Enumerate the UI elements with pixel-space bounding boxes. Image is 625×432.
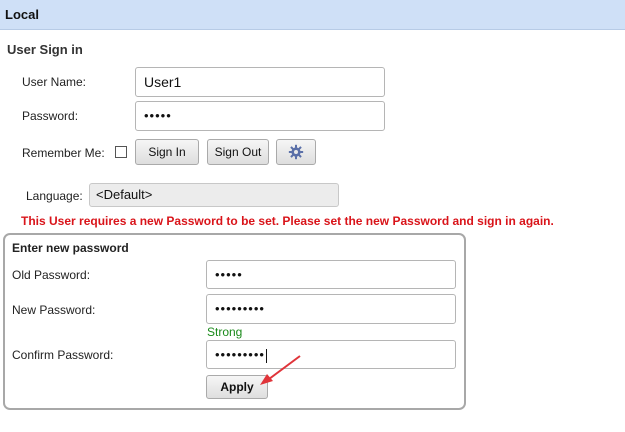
- sign-out-button[interactable]: Sign Out: [207, 139, 269, 165]
- signin-title: User Sign in: [7, 42, 83, 57]
- password-strength: Strong: [207, 325, 243, 339]
- password-required-warning: This User requires a new Password to be …: [21, 214, 554, 228]
- header-title: Local: [5, 7, 39, 22]
- sign-in-button[interactable]: Sign In: [135, 139, 199, 165]
- gear-icon: [288, 144, 304, 160]
- old-password-label: Old Password:: [12, 268, 91, 282]
- confirm-password-input[interactable]: •••••••••: [206, 340, 456, 369]
- password-label: Password:: [22, 109, 79, 123]
- password-input[interactable]: •••••: [135, 101, 385, 131]
- username-label: User Name:: [22, 75, 87, 89]
- new-password-label: New Password:: [12, 303, 96, 317]
- old-password-input[interactable]: •••••: [206, 260, 456, 289]
- annotation-arrow-icon: [260, 355, 301, 385]
- settings-button[interactable]: [276, 139, 316, 165]
- username-input[interactable]: User1: [135, 67, 385, 97]
- window-header: Local: [0, 0, 625, 30]
- new-password-title: Enter new password: [12, 241, 129, 255]
- new-password-input[interactable]: •••••••••: [206, 294, 456, 324]
- confirm-password-label: Confirm Password:: [12, 348, 114, 362]
- remember-me-checkbox[interactable]: [115, 146, 127, 158]
- language-select[interactable]: <Default>: [89, 183, 339, 207]
- language-label: Language:: [26, 189, 83, 203]
- remember-me-label: Remember Me:: [22, 146, 105, 160]
